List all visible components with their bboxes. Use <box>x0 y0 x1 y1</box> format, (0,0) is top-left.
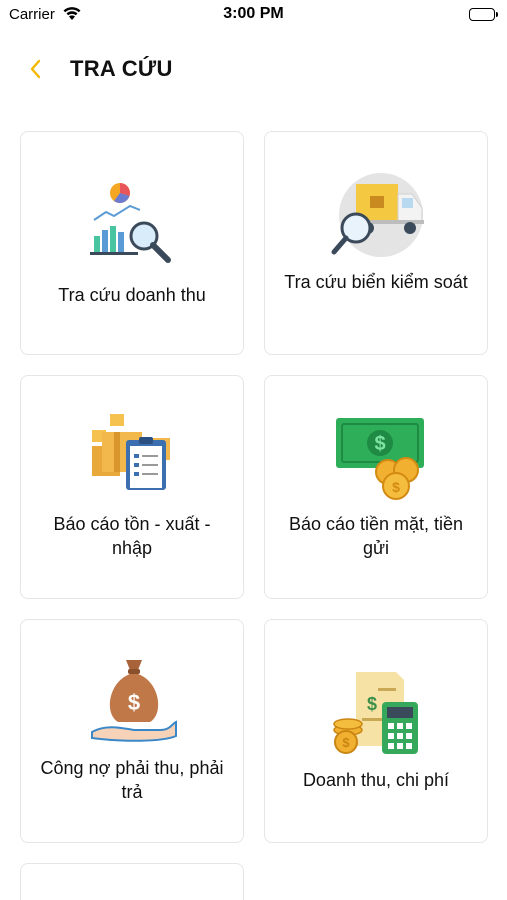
tile-receivables-payables[interactable]: $ Công nợ phải thu, phải trả <box>20 619 244 843</box>
tile-revenue-lookup[interactable]: Tra cứu doanh thu <box>20 131 244 355</box>
battery-icon <box>469 8 498 21</box>
tile-label: Công nợ phải thu, phải trả <box>40 758 224 802</box>
svg-text:$: $ <box>392 479 400 495</box>
svg-text:$: $ <box>342 735 350 750</box>
chevron-left-icon <box>30 59 41 79</box>
money-bag-hand-icon: $ <box>82 654 182 744</box>
inventory-clipboard-icon <box>82 408 182 498</box>
tile-label: Doanh thu, chi phí <box>302 770 450 790</box>
calculator-invoice-icon: $ $ <box>326 668 426 758</box>
page-title: TRA CỨU <box>70 56 173 81</box>
tile-revenue-expense[interactable]: $ $ Doanh thu, chi phí <box>264 619 488 843</box>
svg-text:$: $ <box>367 694 377 714</box>
back-button[interactable] <box>20 54 50 84</box>
tile-inventory-report[interactable]: Báo cáo tồn - xuất - nhập <box>20 375 244 599</box>
tile-label: Báo cáo tồn - xuất - nhập <box>53 514 211 558</box>
revenue-chart-search-icon <box>82 180 182 270</box>
cash-coins-icon: $ $ <box>326 414 426 504</box>
svg-text:$: $ <box>128 690 140 715</box>
tile-label: Tra cứu biển kiểm soát <box>284 272 468 292</box>
tile-cash-report[interactable]: $ $ Báo cáo tiền mặt, tiền gửi <box>264 375 488 599</box>
status-time: 3:00 PM <box>223 5 284 22</box>
status-bar: Carrier 3:00 PM <box>0 0 507 30</box>
tile-label: Báo cáo tiền mặt, tiền gửi <box>288 514 464 558</box>
truck-search-icon <box>326 170 426 260</box>
tile-license-plate-lookup[interactable]: Tra cứu biển kiểm soát <box>264 131 488 355</box>
tile-label: Tra cứu doanh thu <box>58 285 206 305</box>
nav-bar: TRA CỨU <box>0 44 507 94</box>
svg-text:$: $ <box>374 433 385 455</box>
tile-partial[interactable] <box>20 863 244 900</box>
